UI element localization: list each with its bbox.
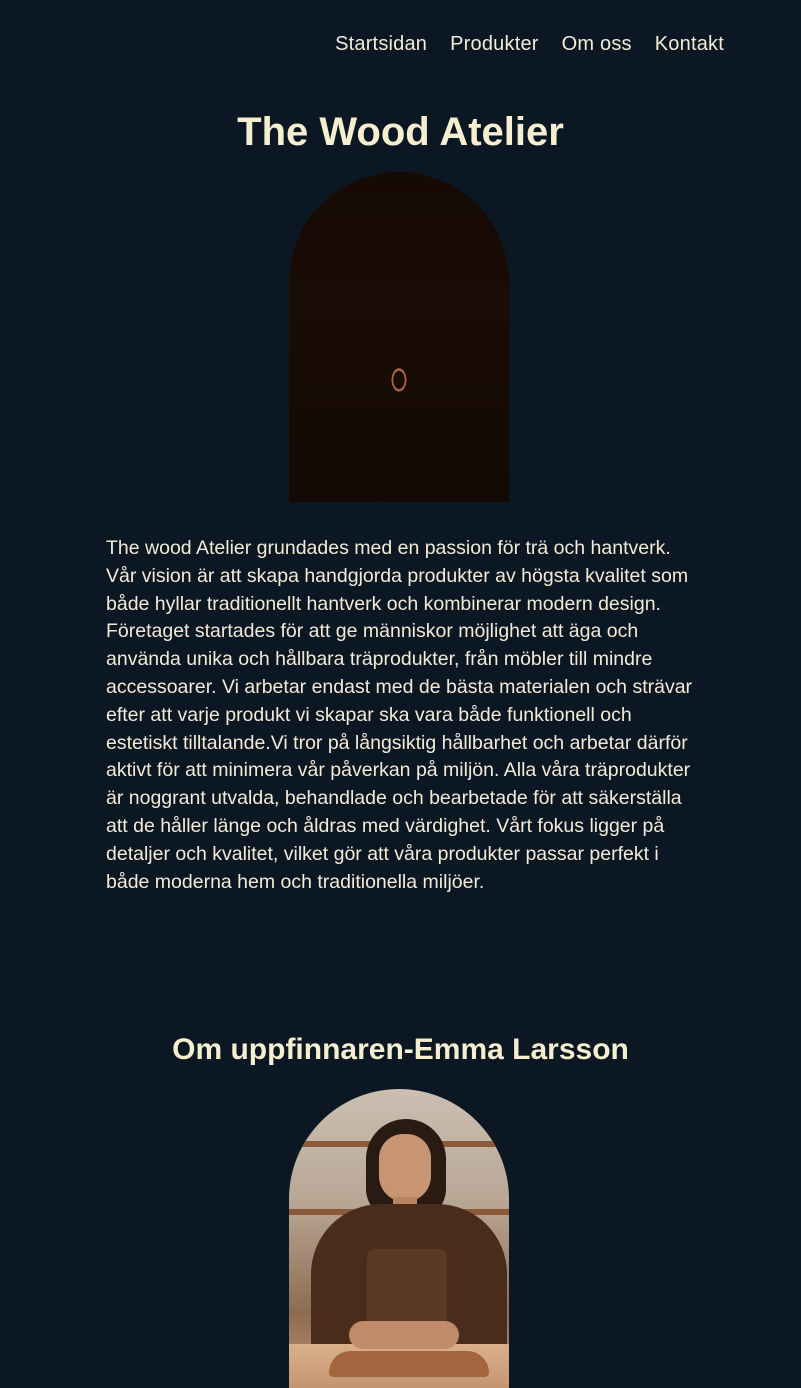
founder-hands [349,1321,459,1349]
founder-heading: Om uppfinnaren-Emma Larsson [172,1033,629,1066]
page-title: The Wood Atelier [237,110,564,154]
about-paragraph: The wood Atelier grundades med en passio… [106,537,693,893]
nav-link-startsidan[interactable]: Startsidan [335,31,427,57]
founder-face [379,1134,431,1202]
founder-photo [289,1089,509,1388]
nav-link-produkter[interactable]: Produkter [450,31,539,57]
nav-link-om-oss[interactable]: Om oss [562,31,632,57]
wood-plank [329,1351,489,1377]
main-nav: Startsidan Produkter Om oss Kontakt [335,31,724,57]
nav-link-kontakt[interactable]: Kontakt [655,31,724,57]
wood-fingerprint-image [289,172,509,502]
